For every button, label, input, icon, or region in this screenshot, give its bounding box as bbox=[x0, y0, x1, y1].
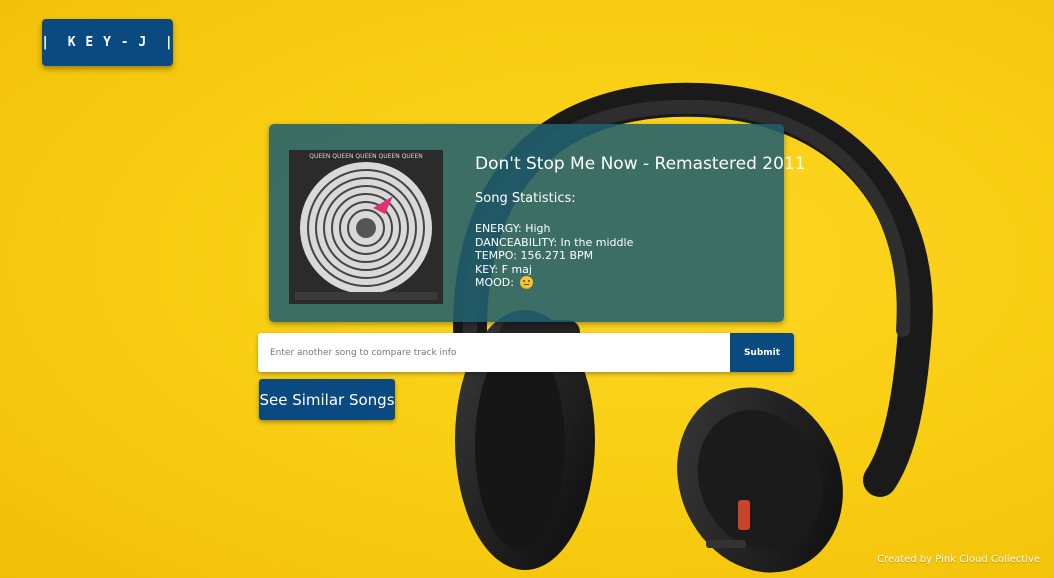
song-title: Don't Stop Me Now - Remastered 2011 bbox=[475, 154, 806, 174]
song-info-card: QUEEN QUEEN QUEEN QUEEN QUEEN Don't Stop… bbox=[269, 124, 806, 322]
submit-button[interactable]: Submit bbox=[730, 333, 794, 372]
song-stats-list: ENERGY: High DANCEABILITY: In the middle… bbox=[475, 222, 633, 290]
footer-credit: Created by Pink Cloud Collective bbox=[877, 554, 1040, 565]
see-similar-songs-button[interactable]: See Similar Songs bbox=[259, 379, 395, 420]
compare-search-bar: Submit bbox=[258, 333, 794, 372]
stat-danceability: DANCEABILITY: In the middle bbox=[475, 235, 634, 249]
logo-button[interactable]: | K E Y - J | bbox=[41, 19, 173, 66]
stat-energy: ENERGY: High bbox=[475, 222, 551, 235]
stat-mood-row: MOOD: bbox=[475, 276, 633, 290]
song-search-input[interactable] bbox=[258, 333, 730, 372]
neutral-smiley-icon bbox=[520, 276, 534, 289]
stat-key: KEY: F maj bbox=[475, 262, 532, 276]
album-cover: QUEEN QUEEN QUEEN QUEEN QUEEN bbox=[289, 150, 443, 304]
album-art-image: QUEEN QUEEN QUEEN QUEEN QUEEN bbox=[289, 150, 443, 304]
album-art-text: QUEEN QUEEN QUEEN QUEEN QUEEN bbox=[309, 153, 423, 160]
stat-tempo: TEMPO: 156.271 BPM bbox=[475, 249, 594, 262]
stat-mood-label: MOOD: bbox=[475, 276, 514, 289]
stats-heading: Song Statistics: bbox=[475, 191, 576, 206]
